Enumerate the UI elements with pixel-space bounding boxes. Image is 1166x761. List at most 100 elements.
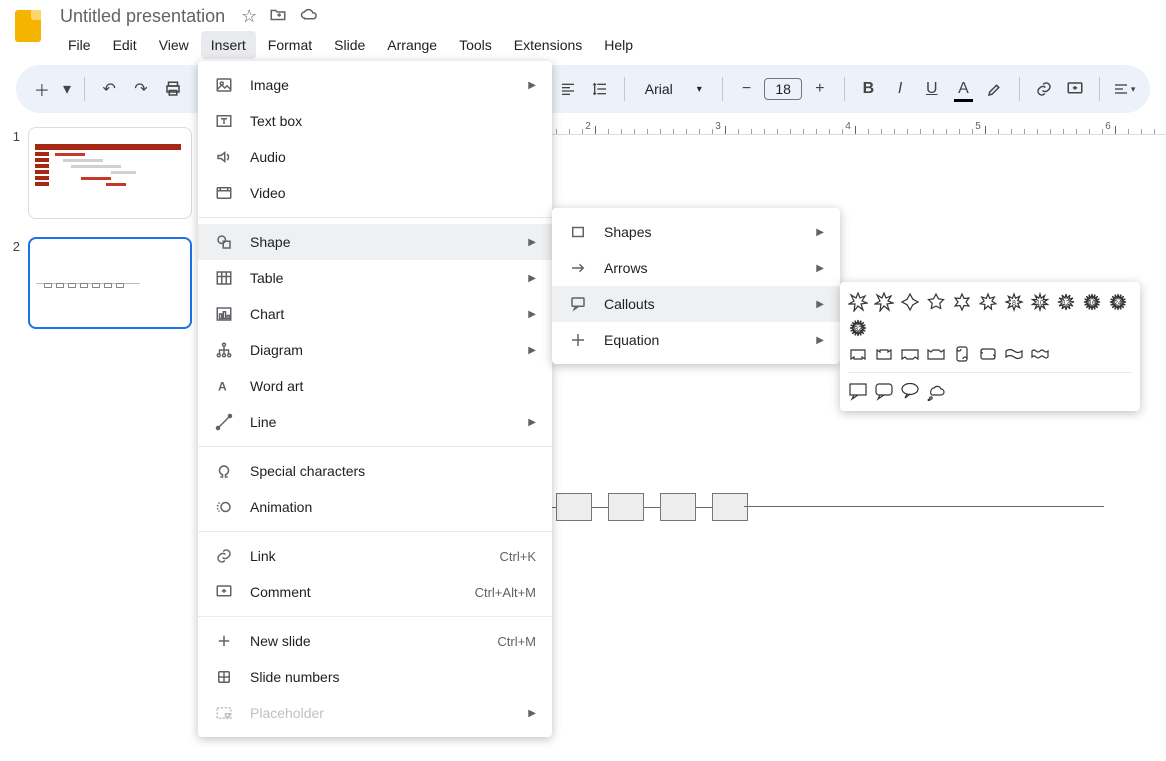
cloud-status-icon[interactable] [299,6,319,27]
menu-help[interactable]: Help [594,31,643,59]
callout-double-wave[interactable] [1030,344,1050,364]
insert-item-word-art[interactable]: AWord art [198,368,552,404]
menu-view[interactable]: View [149,31,199,59]
shape-item-callouts[interactable]: Callouts▶ [552,286,840,322]
italic-button[interactable]: I [886,74,914,104]
insert-item-image[interactable]: Image▶ [198,67,552,103]
menu-tools[interactable]: Tools [449,31,502,59]
line-icon [214,413,234,431]
undo-button[interactable]: ↶ [95,74,123,104]
callout-ribbon-down[interactable] [874,344,894,364]
canvas-line[interactable] [744,506,1104,507]
menu-edit[interactable]: Edit [103,31,147,59]
callout-scroll-h[interactable] [978,344,998,364]
insert-item-comment[interactable]: CommentCtrl+Alt+M [198,574,552,610]
menu-file[interactable]: File [58,31,101,59]
move-folder-icon[interactable] [269,6,287,27]
underline-button[interactable]: U [918,74,946,104]
callout-star10[interactable]: 10 [1030,292,1050,312]
insert-item-animation[interactable]: Animation [198,489,552,525]
text-color-button[interactable]: A [950,74,978,104]
callout-ribbon-up[interactable] [848,344,868,364]
insert-item-text-box[interactable]: Text box [198,103,552,139]
shape-item-shapes[interactable]: Shapes▶ [552,214,840,250]
callout-wave[interactable] [1004,344,1024,364]
font-family-select[interactable]: Arial▾ [635,81,712,97]
menu-item-label: Shape [250,234,512,250]
menu-item-label: Special characters [250,463,536,479]
slides-logo[interactable] [8,6,48,46]
insert-item-shape[interactable]: Shape▶ [198,224,552,260]
menu-slide[interactable]: Slide [324,31,375,59]
shape-item-equation[interactable]: Equation▶ [552,322,840,358]
image-icon [214,76,234,94]
insert-item-video[interactable]: Video [198,175,552,211]
menu-insert[interactable]: Insert [201,31,256,59]
decrease-font-size[interactable]: − [733,74,761,104]
redo-button[interactable]: ↷ [127,74,155,104]
insert-item-special-characters[interactable]: Special characters [198,453,552,489]
menu-format[interactable]: Format [258,31,322,59]
app-header: Untitled presentation ☆ File Edit View I… [0,0,1166,65]
callout-rect-callout[interactable] [848,381,868,401]
callout-star4[interactable] [900,292,920,312]
callout-scroll-v[interactable] [952,344,972,364]
bold-button[interactable]: B [855,74,883,104]
menu-item-label: Placeholder [250,705,512,721]
align-dropdown[interactable]: ▾ [1110,74,1138,104]
insert-item-chart[interactable]: Chart▶ [198,296,552,332]
menu-item-label: Callouts [604,296,800,312]
align-left-icon[interactable] [554,74,582,104]
new-slide-dropdown[interactable]: ▾ [60,74,75,104]
callout-oval-callout[interactable] [900,381,920,401]
slide-thumbnail-1[interactable]: 1 [8,127,192,219]
callout-star12[interactable]: 12 [1056,292,1076,312]
print-button[interactable] [159,74,187,104]
document-title[interactable]: Untitled presentation [60,6,225,27]
menu-item-label: Equation [604,332,800,348]
separator [722,77,723,101]
insert-item-link[interactable]: LinkCtrl+K [198,538,552,574]
insert-item-diagram[interactable]: Diagram ▶ [198,332,552,368]
callout-star24[interactable]: 24 [1108,292,1128,312]
callout-ribbon2-down[interactable] [926,344,946,364]
insert-item-table[interactable]: Table▶ [198,260,552,296]
callout-star8[interactable]: 8 [1004,292,1024,312]
callout-cloud-callout[interactable] [926,381,946,401]
star-icon[interactable]: ☆ [241,6,257,27]
menu-arrange[interactable]: Arrange [377,31,447,59]
shape-item-arrows[interactable]: Arrows▶ [552,250,840,286]
menu-shortcut: Ctrl+K [500,549,536,564]
callouts-submenu: 8 10 12 16 24 32 [840,282,1140,411]
callout-star5[interactable] [926,292,946,312]
insert-link-button[interactable] [1030,74,1058,104]
slide-thumbnail-2[interactable]: 2 [8,237,192,329]
callout-star32[interactable]: 32 [848,318,868,338]
callout-star16[interactable]: 16 [1082,292,1102,312]
submenu-arrow-icon: ▶ [528,80,536,91]
link-icon [214,547,234,565]
insert-item-line[interactable]: Line▶ [198,404,552,440]
svg-text:A: A [218,380,227,394]
menu-item-label: Diagram [250,342,512,358]
line-spacing-icon[interactable] [586,74,614,104]
menu-item-label: Video [250,185,536,201]
callout-explosion1[interactable] [848,292,868,312]
shape-submenu: Shapes▶Arrows▶Callouts▶Equation▶ [552,208,840,364]
font-size-input[interactable]: 18 [764,78,802,100]
new-slide-button[interactable]: ＋ [28,74,56,104]
insert-comment-button[interactable] [1062,74,1090,104]
callout-ribbon2-up[interactable] [900,344,920,364]
callout-star7[interactable] [978,292,998,312]
callout-explosion2[interactable] [874,292,894,312]
highlight-color-button[interactable] [981,74,1009,104]
submenu-arrow-icon: ▶ [528,345,536,356]
menu-extensions[interactable]: Extensions [504,31,592,59]
insert-item-slide-numbers[interactable]: Slide numbers [198,659,552,695]
increase-font-size[interactable]: + [806,74,834,104]
callout-star6[interactable] [952,292,972,312]
insert-item-audio[interactable]: Audio [198,139,552,175]
insert-menu-dropdown: Image▶Text boxAudioVideoShape▶Table▶Char… [198,61,552,737]
callout-round-rect-callout[interactable] [874,381,894,401]
insert-item-new-slide[interactable]: New slideCtrl+M [198,623,552,659]
